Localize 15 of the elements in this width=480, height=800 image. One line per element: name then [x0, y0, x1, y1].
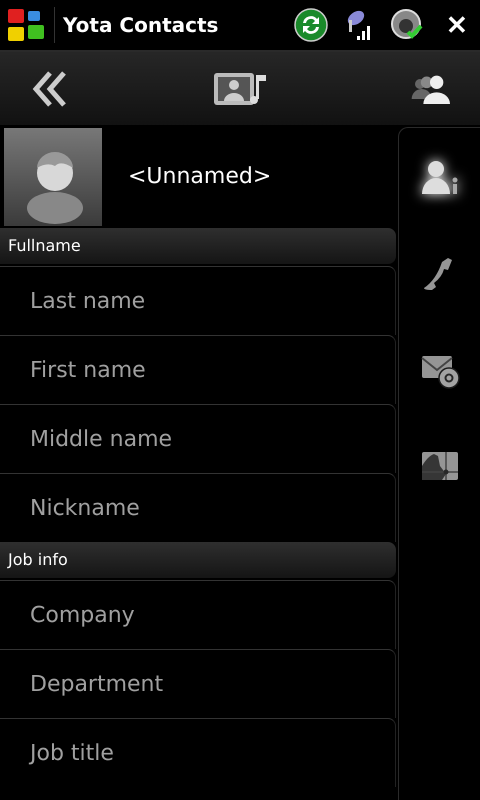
speaker-check-icon[interactable] — [390, 8, 424, 42]
input-field[interactable]: Job title — [0, 718, 396, 787]
input-field[interactable]: Nickname — [0, 473, 396, 542]
contact-name: <Unnamed> — [128, 164, 272, 189]
close-button[interactable]: ✕ — [440, 10, 474, 40]
input-field[interactable]: Last name — [0, 266, 396, 335]
input-field[interactable]: Middle name — [0, 404, 396, 473]
input-field[interactable]: Department — [0, 649, 396, 718]
window-title: Yota Contacts — [63, 13, 220, 37]
sync-icon[interactable] — [294, 8, 328, 42]
input-field[interactable]: First name — [0, 335, 396, 404]
input-field[interactable]: Company — [0, 580, 396, 649]
section-header: Fullname — [0, 228, 396, 264]
section-header: Job info — [0, 542, 396, 578]
start-logo-icon[interactable] — [6, 7, 55, 43]
